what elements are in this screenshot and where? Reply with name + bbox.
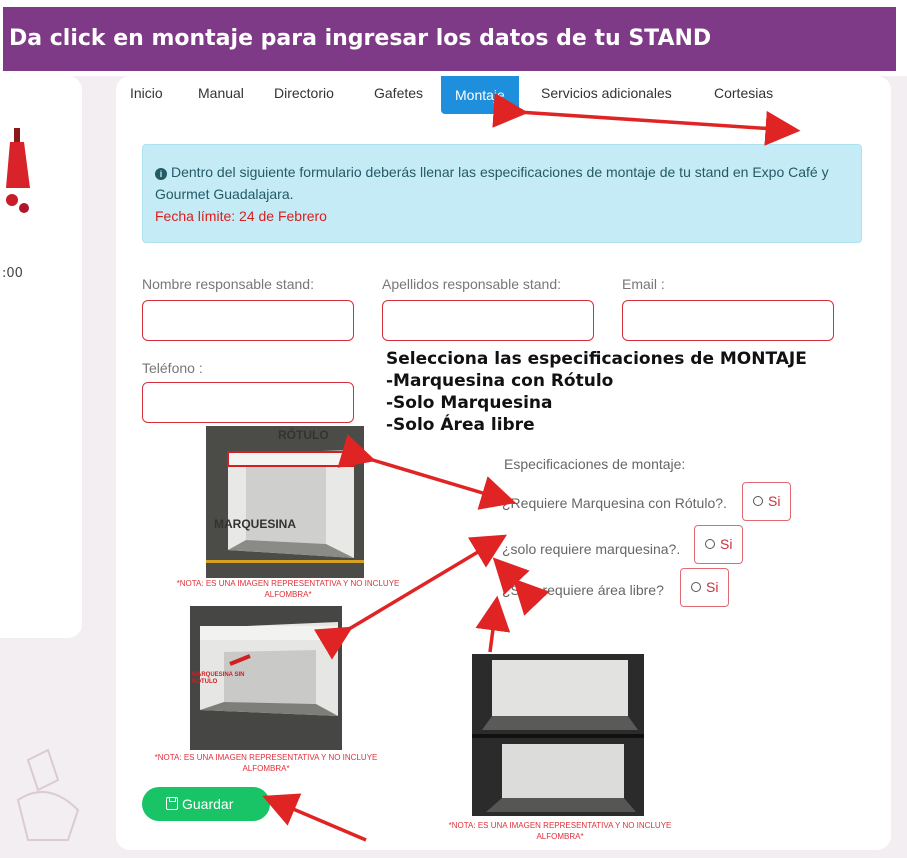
image-3-note: *NOTA: ES UNA IMAGEN REPRESENTATIVA Y NO… xyxy=(448,821,672,841)
annotation-line-2: -Marquesina con Rótulo xyxy=(386,371,614,391)
option-marquesina-rotulo[interactable]: Si xyxy=(742,482,792,521)
tab-directorio[interactable]: Directorio xyxy=(274,85,334,101)
deadline-text: Fecha límite: 24 de Febrero xyxy=(155,208,327,224)
question-solo-marquesina: ¿solo requiere marquesina?. xyxy=(502,541,681,557)
decorative-doodle xyxy=(16,748,80,841)
image-2-note: *NOTA: ES UNA IMAGEN REPRESENTATIVA Y NO… xyxy=(154,753,378,773)
stand-area-libre-drawing xyxy=(472,654,644,816)
apellidos-input[interactable] xyxy=(382,300,594,341)
stand-marquesina-rotulo-image: RÓTULO MARQUESINA xyxy=(206,426,364,578)
apellidos-label: Apellidos responsable stand: xyxy=(382,276,562,292)
nombre-input[interactable] xyxy=(142,300,354,341)
tab-inicio[interactable]: Inicio xyxy=(130,85,163,101)
tab-gafetes[interactable]: Gafetes xyxy=(374,85,423,101)
alert-text: Dentro del siguiente formulario deberás … xyxy=(155,164,829,202)
radio-circle-icon[interactable] xyxy=(753,496,763,506)
floppy-disk-icon xyxy=(166,797,178,810)
rotulo-label: RÓTULO xyxy=(278,428,329,442)
left-partial-number: :00 xyxy=(2,266,23,281)
stand-rotulo-drawing xyxy=(206,426,364,578)
montaje-annotation: Selecciona las especificaciones de MONTA… xyxy=(386,348,807,436)
question-marquesina-rotulo: ¿Requiere Marquesina con Rótulo?. xyxy=(502,495,727,511)
telefono-label: Teléfono : xyxy=(142,360,203,376)
email-label: Email : xyxy=(622,276,665,292)
marquesina-sin-rotulo-label: MARQUESINA SIN RÓTULO xyxy=(192,672,245,685)
tab-bar: Inicio Manual Directorio Gafetes Montaje… xyxy=(116,76,891,116)
marquesina-label: MARQUESINA xyxy=(214,517,297,531)
radio-circle-icon[interactable] xyxy=(705,539,715,549)
annotation-line-3: -Solo Marquesina xyxy=(386,393,553,413)
info-alert: i Dentro del siguiente formulario deberás… xyxy=(142,144,862,243)
tab-cortesias[interactable]: Cortesias xyxy=(714,85,773,101)
option-label: Si xyxy=(720,536,733,552)
image-1-note: *NOTA: ES UNA IMAGEN REPRESENTATIVA Y NO… xyxy=(176,579,400,599)
tab-manual[interactable]: Manual xyxy=(198,85,244,101)
question-area-libre: ¿Solo requiere área libre? xyxy=(502,582,664,598)
stand-solo-marquesina-image: MARQUESINA SIN RÓTULO xyxy=(190,606,342,750)
annotation-line-4: -Solo Área libre xyxy=(386,415,535,435)
option-area-libre[interactable]: Si xyxy=(680,568,730,607)
main-card: Inicio Manual Directorio Gafetes Montaje… xyxy=(116,76,891,850)
bottle-illustration xyxy=(6,128,30,213)
info-icon: i xyxy=(155,168,167,180)
annotation-line-1: Selecciona las especificaciones de MONTA… xyxy=(386,349,807,369)
option-label: Si xyxy=(706,579,719,595)
instruction-banner: Da click en montaje para ingresar los da… xyxy=(0,0,907,76)
email-input[interactable] xyxy=(622,300,834,341)
save-label: Guardar xyxy=(182,796,234,812)
stand-area-libre-image xyxy=(472,654,644,816)
specs-heading: Especificaciones de montaje: xyxy=(504,456,686,472)
radio-circle-icon[interactable] xyxy=(691,582,701,592)
option-solo-marquesina[interactable]: Si xyxy=(694,525,744,564)
option-label: Si xyxy=(768,493,781,509)
tab-servicios-adicionales[interactable]: Servicios adicionales xyxy=(541,85,672,101)
nombre-label: Nombre responsable stand: xyxy=(142,276,314,292)
telefono-input[interactable] xyxy=(142,382,354,423)
save-button[interactable]: Guardar xyxy=(142,787,270,821)
banner-title: Da click en montaje para ingresar los da… xyxy=(3,7,896,71)
tab-montaje[interactable]: Montaje xyxy=(441,76,519,114)
